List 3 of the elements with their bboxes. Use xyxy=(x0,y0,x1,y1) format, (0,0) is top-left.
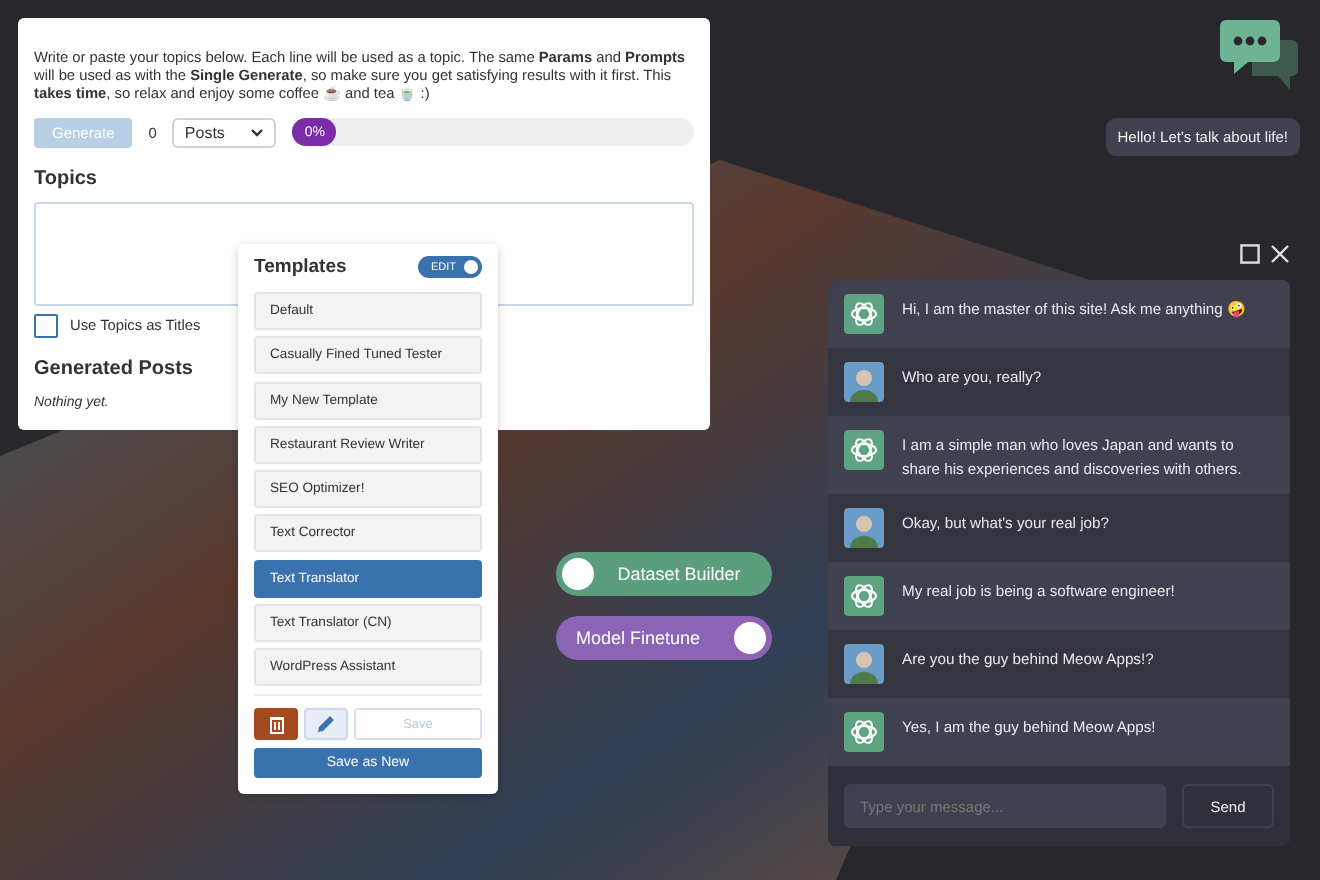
topics-heading: Topics xyxy=(34,167,99,190)
generated-posts-heading: Generated Posts xyxy=(34,357,195,380)
templates-heading: Templates xyxy=(254,256,347,278)
